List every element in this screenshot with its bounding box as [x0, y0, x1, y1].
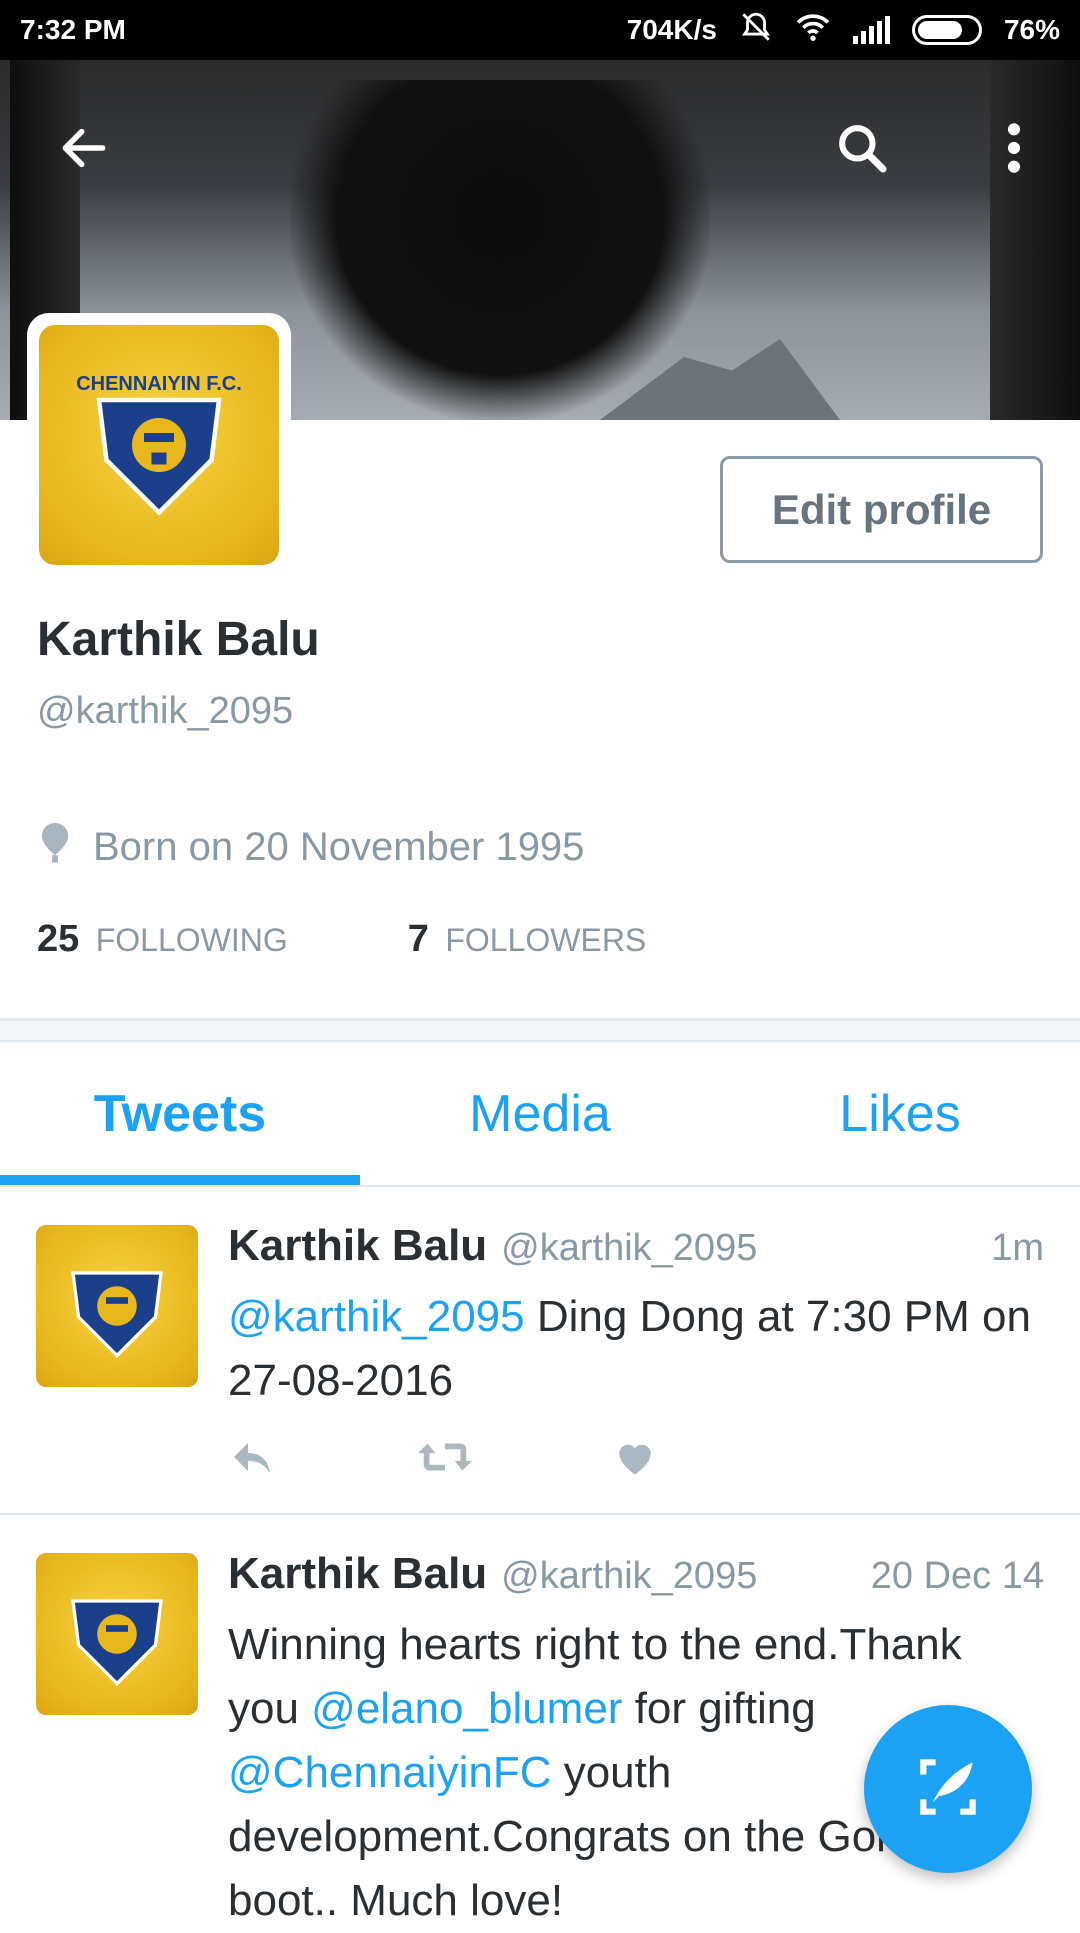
tweet-avatar[interactable] — [36, 1225, 198, 1387]
following-label: FOLLOWING — [95, 922, 288, 958]
more-vertical-icon — [1004, 120, 1024, 181]
edit-profile-button[interactable]: Edit profile — [720, 456, 1043, 563]
following-count: 25 — [37, 918, 80, 960]
tweet-author-handle: @karthik_2095 — [501, 1555, 758, 1597]
status-icons: 704K/s 76% — [627, 10, 1060, 51]
tweet-actions — [228, 1437, 656, 1482]
status-bar: 7:32 PM 704K/s 76% — [0, 0, 1080, 60]
tweet-time: 20 Dec 14 — [870, 1555, 1044, 1597]
profile-bio: Born on 20 November 1995 — [37, 820, 584, 874]
profile-tabs: Tweets Media Likes — [0, 1042, 1080, 1187]
profile-avatar[interactable]: CHENNAIYIN F.C. — [27, 313, 291, 577]
tweet-header: Karthik Balu @karthik_2095 20 Dec 14 — [228, 1549, 1044, 1599]
battery-percent: 76% — [1003, 14, 1060, 45]
followers-count: 7 — [407, 918, 429, 960]
club-crest-icon — [71, 1599, 163, 1686]
search-icon — [834, 120, 890, 181]
retweet-icon[interactable] — [416, 1437, 474, 1482]
tweet-mention[interactable]: @karthik_2095 — [228, 1292, 525, 1341]
club-logo: CHENNAIYIN F.C. — [39, 325, 279, 565]
net-speed: 704K/s — [626, 14, 717, 45]
profile-handle: @karthik_2095 — [37, 690, 294, 732]
profile-name: Karthik Balu — [37, 613, 320, 666]
like-heart-icon[interactable] — [614, 1437, 656, 1482]
location-pin-icon — [37, 820, 73, 874]
back-arrow-icon — [56, 120, 112, 181]
reply-icon[interactable] — [228, 1437, 276, 1482]
tweet-author-name[interactable]: Karthik Balu — [228, 1549, 487, 1599]
tab-media[interactable]: Media — [360, 1042, 720, 1185]
tweet-text: @karthik_2095 Ding Dong at 7:30 PM on 27… — [228, 1285, 1044, 1413]
tweet-item[interactable]: Karthik Balu @karthik_2095 1m @karthik_2… — [0, 1187, 1080, 1515]
section-divider — [0, 1018, 1080, 1042]
tab-tweets[interactable]: Tweets — [0, 1042, 360, 1185]
tweet-body-part: for gifting — [622, 1684, 816, 1733]
bio-text: Born on 20 November 1995 — [93, 824, 585, 869]
banner-silhouette — [290, 80, 710, 420]
status-time: 7:32 PM — [20, 14, 126, 45]
club-crest-icon — [71, 1271, 163, 1358]
signal-icon — [852, 16, 890, 44]
tweet-avatar[interactable] — [36, 1553, 198, 1715]
followers-stat[interactable]: 7 FOLLOWERS — [408, 918, 647, 961]
tweet-mention[interactable]: @ChennaiyinFC — [228, 1748, 551, 1797]
club-logo-text: CHENNAIYIN F.C. — [76, 373, 242, 395]
battery-icon — [911, 15, 982, 45]
overflow-menu-button[interactable] — [974, 110, 1054, 190]
compose-feather-icon — [911, 1750, 985, 1829]
followers-label: FOLLOWERS — [445, 922, 647, 958]
tweet-author-handle: @karthik_2095 — [501, 1227, 758, 1269]
tweet-time: 1m — [991, 1227, 1044, 1269]
tweet-mention[interactable]: @elano_blumer — [311, 1684, 622, 1733]
tweet-header: Karthik Balu @karthik_2095 1m — [228, 1221, 1044, 1271]
wifi-icon — [795, 12, 831, 49]
search-button[interactable] — [822, 110, 902, 190]
mute-icon — [739, 10, 773, 51]
following-stat[interactable]: 25 FOLLOWING — [37, 918, 288, 961]
tab-likes[interactable]: Likes — [720, 1042, 1080, 1185]
back-button[interactable] — [44, 110, 124, 190]
compose-tweet-button[interactable] — [864, 1705, 1032, 1873]
profile-stats: 25 FOLLOWING 7 FOLLOWERS — [37, 918, 646, 961]
tweet-author-name[interactable]: Karthik Balu — [228, 1221, 487, 1271]
